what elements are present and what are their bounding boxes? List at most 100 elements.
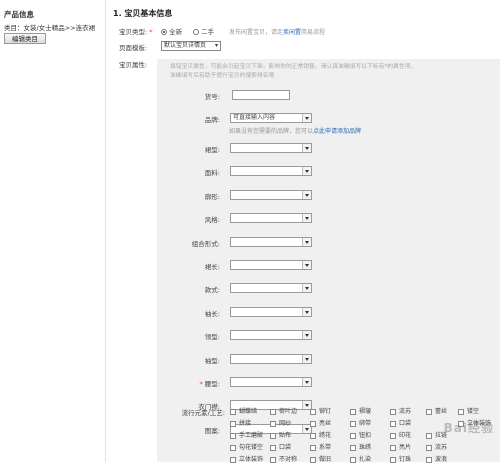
element-checkbox[interactable]: 印花	[390, 430, 411, 439]
attr-label: 袖长:	[204, 310, 220, 318]
attr-label: 廓形:	[204, 193, 220, 201]
brand-select[interactable]: 可直接输入内容	[230, 113, 312, 123]
attr-label: 图案:	[204, 427, 220, 435]
element-checkbox[interactable]: 铆钉	[310, 406, 331, 415]
checkbox-icon[interactable]	[426, 444, 432, 451]
dropdown-arrow-icon	[302, 355, 311, 363]
element-checkbox[interactable]: 网纱	[270, 418, 291, 427]
attr-label: * 腰型:	[199, 380, 220, 388]
attr-select[interactable]	[230, 237, 312, 247]
checkbox-icon[interactable]	[230, 432, 236, 439]
checkbox-icon[interactable]	[270, 420, 276, 427]
attr-select[interactable]	[230, 377, 312, 387]
element-checkbox[interactable]: 镂空	[458, 406, 479, 415]
attr-select[interactable]	[230, 190, 312, 200]
element-checkbox[interactable]: 荷叶边	[270, 406, 297, 415]
element-checkbox[interactable]: 流苏	[390, 406, 411, 415]
dropdown-arrow-icon	[302, 331, 311, 339]
attr-label: 裙长:	[204, 263, 220, 271]
elements-label: 流行元素/工艺:	[181, 409, 225, 417]
attr-select[interactable]	[230, 330, 312, 340]
radio-icon[interactable]	[193, 29, 199, 35]
dropdown-arrow-icon	[302, 378, 311, 386]
attr-select[interactable]	[230, 166, 312, 176]
attr-select[interactable]	[230, 354, 312, 364]
checkbox-icon[interactable]	[390, 432, 396, 439]
checkbox-icon[interactable]	[230, 444, 236, 451]
item-type-used-option[interactable]: 二手	[193, 26, 214, 36]
checkbox-icon[interactable]	[230, 408, 236, 415]
product-info-title: 产品信息	[4, 10, 34, 19]
sku-label: 货号:	[204, 93, 220, 101]
element-checkbox[interactable]: 蕾丝	[426, 406, 447, 415]
element-checkbox[interactable]: 勾花镂空	[230, 442, 263, 451]
element-checkbox[interactable]: 口袋	[390, 418, 411, 427]
checkbox-icon[interactable]	[310, 408, 316, 415]
checkbox-icon[interactable]	[426, 408, 432, 415]
item-type-label: 宝贝类型: *	[119, 28, 153, 36]
dropdown-arrow-icon	[302, 261, 311, 269]
attributes-label: 宝贝属性:	[119, 61, 148, 69]
item-type-new-option[interactable]: 全新	[161, 26, 182, 36]
dropdown-arrow-icon	[302, 144, 311, 152]
brand-hint: 如果没有您需要的品牌，您可以点此申请添加品牌	[229, 128, 362, 135]
section-title: 1. 宝贝基本信息	[113, 9, 173, 18]
element-checkbox[interactable]: 珠绣	[350, 442, 371, 451]
checkbox-icon[interactable]	[310, 420, 316, 427]
element-checkbox[interactable]: 绑带	[350, 418, 371, 427]
sell-idle-link[interactable]: 卖闲置	[283, 29, 301, 36]
sku-input[interactable]	[232, 90, 290, 100]
dropdown-arrow-icon	[302, 167, 311, 175]
dropdown-arrow-icon: ▾	[214, 42, 218, 49]
element-checkbox[interactable]: 褶皱	[350, 406, 371, 415]
attributes-warning: 填错宝贝属性，可能会引起宝贝下架，影响你的正常销售。请认真准确填写以下标有*的属…	[170, 64, 417, 79]
attr-select[interactable]	[230, 143, 312, 153]
checkbox-icon[interactable]	[390, 408, 396, 415]
element-checkbox[interactable]: 流苏	[426, 442, 447, 451]
attr-select[interactable]	[230, 213, 312, 223]
checkbox-icon[interactable]	[310, 444, 316, 451]
element-checkbox[interactable]: 绣花	[310, 430, 331, 439]
element-checkbox[interactable]: 亮片	[390, 442, 411, 451]
checkbox-icon[interactable]	[458, 408, 464, 415]
attr-label: 领型:	[204, 333, 220, 341]
checkbox-icon[interactable]	[390, 444, 396, 451]
attr-select[interactable]	[230, 260, 312, 270]
attr-select[interactable]	[230, 283, 312, 293]
element-checkbox[interactable]: 口袋	[270, 442, 291, 451]
checkbox-icon[interactable]	[270, 444, 276, 451]
checkbox-icon[interactable]	[310, 432, 316, 439]
dropdown-arrow-icon	[302, 238, 311, 246]
template-select[interactable]: 默认宝贝详情页 ▾	[161, 41, 221, 51]
category-path: 类目：女装/女士精品>>连衣裙	[4, 24, 96, 32]
checkbox-icon[interactable]	[350, 444, 356, 451]
element-checkbox[interactable]: 蝴蝶结	[230, 406, 257, 415]
attr-label: 袖型:	[204, 357, 220, 365]
dropdown-arrow-icon	[302, 284, 311, 292]
checkbox-icon[interactable]	[270, 432, 276, 439]
edit-category-button[interactable]: 编辑类目	[4, 33, 46, 44]
element-checkbox[interactable]: 拼接	[230, 418, 251, 427]
apply-brand-link[interactable]: 点此申请添加品牌	[313, 128, 361, 135]
checkbox-icon[interactable]	[426, 432, 432, 439]
checkbox-icon[interactable]	[270, 408, 276, 415]
attr-label: 面料:	[204, 169, 220, 177]
checkbox-icon[interactable]	[390, 420, 396, 427]
attr-select[interactable]	[230, 307, 312, 317]
template-label: 页面模板:	[119, 44, 148, 52]
checkbox-icon[interactable]	[350, 420, 356, 427]
attr-label: 风格:	[204, 216, 220, 224]
attr-label: 组合形式:	[191, 240, 220, 248]
element-checkbox[interactable]: 亮丝	[310, 418, 331, 427]
element-checkbox[interactable]: 系带	[310, 442, 331, 451]
checkbox-icon[interactable]	[350, 432, 356, 439]
element-checkbox[interactable]: 钮扣	[350, 430, 371, 439]
dropdown-arrow-icon	[302, 214, 311, 222]
item-type-hint: 发布闲置宝贝，请走卖闲置简易流程	[229, 29, 326, 36]
checkbox-icon[interactable]	[230, 420, 236, 427]
element-checkbox[interactable]: 手工磨破	[230, 430, 263, 439]
radio-icon[interactable]	[161, 29, 167, 35]
checkbox-icon[interactable]	[350, 408, 356, 415]
attr-label: 裙型:	[204, 146, 220, 154]
element-checkbox[interactable]: 贴布	[270, 430, 291, 439]
